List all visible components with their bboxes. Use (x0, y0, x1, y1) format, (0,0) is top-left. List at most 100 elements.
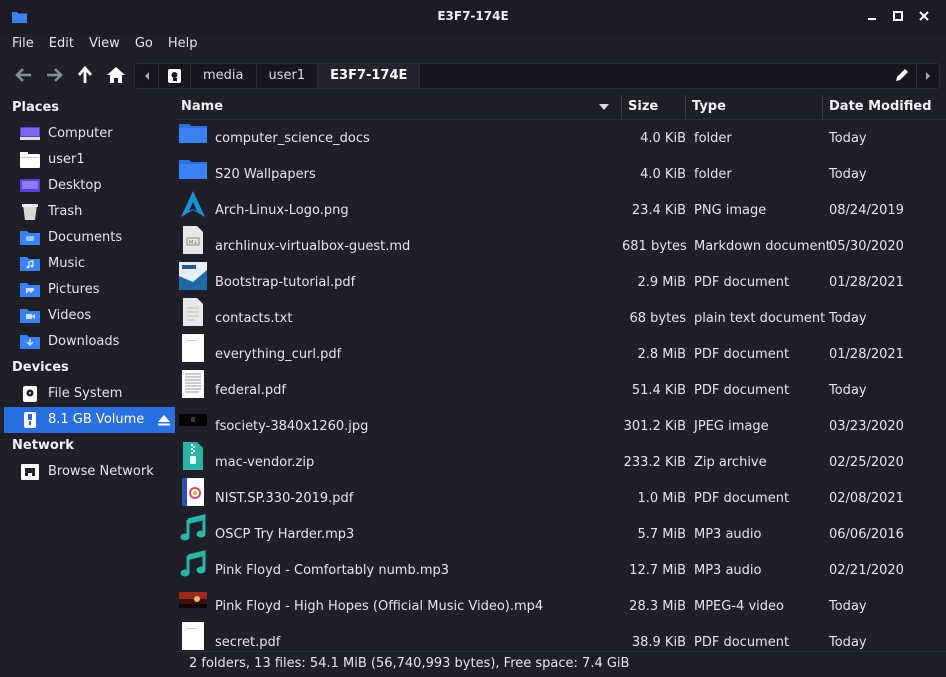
sidebar-item-label: 8.1 GB Volume (48, 412, 145, 427)
sidebar-item-pictures[interactable]: Pictures (0, 277, 175, 303)
path-scroll-left-button[interactable] (135, 64, 159, 88)
forward-button[interactable] (42, 64, 66, 86)
menu-edit[interactable]: Edit (49, 34, 74, 56)
menu-file[interactable]: File (12, 34, 34, 56)
pictures-folder-icon (20, 283, 40, 297)
file-row[interactable]: Pink Floyd - Comfortably numb.mp3 12.7 Mi… (175, 549, 946, 588)
arch-linux-logo-icon (179, 190, 207, 218)
file-row[interactable]: M↓ archlinux-virtualbox-guest.md 681 bytes… (175, 225, 946, 264)
file-size: 1.0 MiB (637, 490, 686, 506)
file-type: Zip archive (694, 454, 767, 470)
sidebar-item-desktop[interactable]: Desktop (0, 173, 175, 199)
file-date: 06/06/2016 (829, 526, 904, 542)
column-header-size[interactable]: Size (622, 95, 686, 119)
file-row[interactable]: OSCP Try Harder.mp3 5.7 MiB MP3 audio 06/06… (175, 513, 946, 552)
file-row[interactable]: computer_science_docs 4.0 KiB folder Today (175, 120, 946, 156)
column-header-name-label: Name (181, 99, 224, 114)
file-name-cell: NIST.SP.330-2019.pdf (175, 477, 622, 506)
sidebar-item-trash[interactable]: Trash (0, 199, 175, 225)
file-row[interactable]: Arch-Linux-Logo.png 23.4 KiB PNG image 08/2… (175, 190, 946, 228)
file-type: PDF document (694, 382, 790, 398)
file-name: Pink Floyd - High Hopes (Official Music … (215, 598, 544, 614)
file-type: MPEG-4 video (694, 598, 784, 614)
home-folder-icon (20, 152, 40, 168)
file-row[interactable]: S20 Wallpapers 4.0 KiB folder Today (175, 156, 946, 192)
menu-view[interactable]: View (89, 34, 120, 56)
file-name: Bootstrap-tutorial.pdf (215, 274, 356, 290)
path-root-button[interactable] (159, 64, 191, 88)
file-name-cell: fsociety-3840x1260.jpg (175, 413, 622, 434)
file-row[interactable]: Bootstrap-tutorial.pdf 2.9 MiB PDF documen… (175, 261, 946, 300)
sidebar-item-label: Desktop (48, 178, 102, 193)
path-segment-media[interactable]: media (191, 64, 257, 88)
svg-text:M↓: M↓ (189, 240, 198, 246)
file-size: 5.7 MiB (637, 526, 686, 542)
sidebar-item-music[interactable]: Music (0, 251, 175, 277)
sidebar-item-label: File System (48, 386, 123, 401)
up-button[interactable] (73, 64, 97, 86)
chevron-left-icon (145, 72, 149, 80)
file-row[interactable]: contacts.txt 68 bytes plain text document T… (175, 297, 946, 336)
file-size: 233.2 KiB (623, 454, 686, 470)
file-type: PDF document (694, 634, 790, 650)
close-button[interactable] (918, 10, 930, 22)
file-list: Name Size Type Date Modified computer_sc… (175, 95, 946, 651)
column-header-date[interactable]: Date Modified (823, 95, 946, 119)
file-name: mac-vendor.zip (215, 454, 315, 470)
file-size: 68 bytes (629, 310, 687, 326)
file-row[interactable]: federal.pdf 51.4 KiB PDF document Today (175, 369, 946, 408)
sidebar-item-computer[interactable]: Computer (0, 121, 175, 147)
path-scroll-right-button[interactable] (917, 64, 939, 88)
video-thumbnail-icon (179, 586, 207, 614)
arrow-up-icon (77, 65, 93, 83)
menu-help[interactable]: Help (168, 34, 198, 56)
maximize-button[interactable] (892, 10, 904, 22)
sidebar-item-label: Downloads (48, 334, 120, 349)
sidebar-item-documents[interactable]: Documents (0, 225, 175, 251)
file-rows: computer_science_docs 4.0 KiB folder Today S… (175, 120, 946, 651)
markdown-file-icon: M↓ (179, 225, 207, 254)
path-segment-user1[interactable]: user1 (257, 64, 319, 88)
file-name-cell: computer_science_docs (175, 123, 622, 146)
file-row[interactable]: Pink Floyd - High Hopes (Official Music … (175, 588, 946, 624)
chevron-right-icon (926, 72, 930, 80)
sidebar-item-volume[interactable]: 8.1 GB Volume (4, 407, 175, 433)
file-row[interactable]: fsociety-3840x1260.jpg 301.2 KiB JPEG imag… (175, 408, 946, 444)
home-button[interactable] (104, 64, 128, 86)
file-type: MP3 audio (694, 562, 762, 578)
network-heading: Network (12, 438, 74, 453)
sidebar-item-browse-network[interactable]: Browse Network (0, 459, 175, 485)
file-row[interactable]: mac-vendor.zip 233.2 KiB Zip archive 02/25/… (175, 441, 946, 480)
pdf-thumbnail-icon (179, 477, 207, 506)
sidebar-item-file-system[interactable]: File System (0, 381, 175, 407)
file-date: Today (829, 166, 867, 182)
edit-path-button[interactable] (887, 64, 917, 88)
eject-icon[interactable] (157, 413, 171, 427)
sidebar-item-label: Computer (48, 126, 113, 141)
path-segment-current[interactable]: E3F7-174E (318, 64, 421, 88)
minimize-button[interactable] (866, 10, 878, 22)
title-bar: E3F7-174E (0, 0, 946, 34)
maximize-icon (893, 11, 903, 21)
places-heading: Places (12, 100, 60, 115)
toolbar: media user1 E3F7-174E (0, 58, 946, 94)
pencil-icon (896, 69, 908, 81)
pdf-thumbnail-icon (179, 261, 207, 290)
file-date: 02/25/2020 (829, 454, 904, 470)
file-type: Markdown document (694, 238, 831, 254)
file-size: 23.4 KiB (631, 202, 686, 218)
sidebar-item-user1[interactable]: user1 (0, 147, 175, 173)
sidebar-item-videos[interactable]: Videos (0, 303, 175, 329)
file-row[interactable]: everything_curl.pdf 2.8 MiB PDF document 01… (175, 333, 946, 372)
pdf-thumbnail-icon (179, 333, 207, 362)
sidebar-item-downloads[interactable]: Downloads (0, 329, 175, 355)
file-row[interactable]: NIST.SP.330-2019.pdf 1.0 MiB PDF document 0… (175, 477, 946, 516)
music-note-icon (179, 549, 207, 578)
folder-icon (179, 118, 207, 146)
file-row[interactable]: secret.pdf 38.9 KiB PDF document Today (175, 621, 946, 651)
column-header-name[interactable]: Name (175, 95, 622, 119)
menu-go[interactable]: Go (135, 34, 153, 56)
file-name: OSCP Try Harder.mp3 (215, 526, 355, 542)
column-header-type[interactable]: Type (686, 95, 823, 119)
back-button[interactable] (12, 64, 36, 86)
